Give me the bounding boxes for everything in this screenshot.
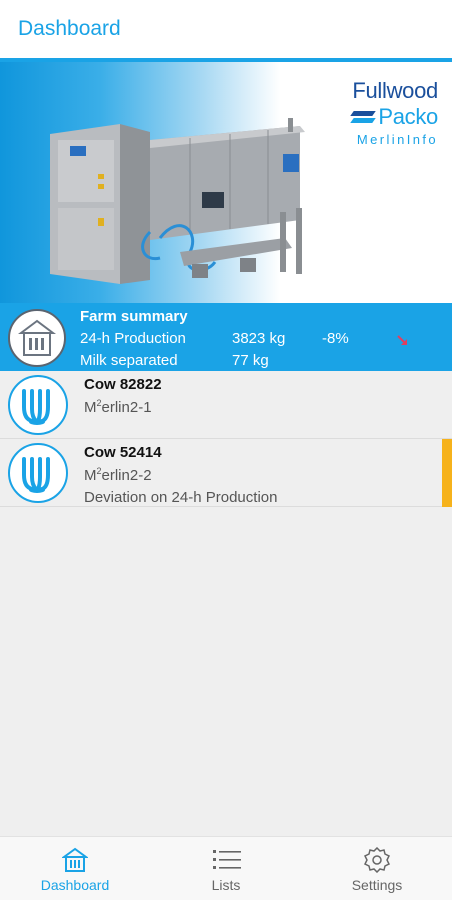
brand-name-fullwood: Fullwood [352,78,438,103]
nav-dashboard[interactable]: Dashboard [0,837,150,900]
farm-summary-title: Farm summary [80,308,188,325]
production-value: 3823 kg [232,330,286,347]
nav-lists-label: Lists [211,877,241,893]
gear-icon [364,847,390,873]
milk-separated-label: Milk separated [80,352,178,369]
production-label: 24-h Production [80,330,186,347]
cow-id: Cow 82822 [84,376,162,393]
nav-dashboard-label: Dashboard [40,877,110,893]
bottom-navigation: Dashboard Lists Settings [0,836,452,900]
hero-banner: Fullwood Packo MerlinInfo [0,62,452,303]
barn-icon [62,847,88,872]
page-title: Dashboard [18,17,121,40]
app-bar: Dashboard [0,0,452,62]
warning-flag [442,439,452,507]
list-item[interactable]: Cow 82822 M2erlin2-1 [0,371,452,439]
farm-barn-icon [8,309,66,367]
list-icon [213,850,241,869]
milk-separated-value: 77 kg [232,352,269,369]
farm-summary-card[interactable]: Farm summary 24-h Production 3823 kg -8%… [0,303,452,371]
cow-id: Cow 52414 [84,444,162,461]
list-item[interactable]: Cow 52414 M2erlin2-2 Deviation on 24-h P… [0,439,452,507]
brand-name-packo: Packo [378,104,438,129]
nav-lists[interactable]: Lists [151,837,301,900]
nav-settings-label: Settings [351,877,403,893]
brand-logo: Fullwood Packo MerlinInfo [350,78,438,147]
milking-unit-icon [8,375,68,435]
brand-mark-icon [350,109,377,125]
alert-text: Deviation on 24-h Production [84,489,278,506]
nav-settings[interactable]: Settings [302,837,452,900]
trend-down-icon [396,333,410,352]
milking-unit-name: M2erlin2-1 [84,398,152,416]
milking-unit-icon [8,443,68,503]
production-change: -8% [322,330,349,347]
brand-subtitle: MerlinInfo [356,132,438,147]
milking-unit-name: M2erlin2-2 [84,466,152,484]
